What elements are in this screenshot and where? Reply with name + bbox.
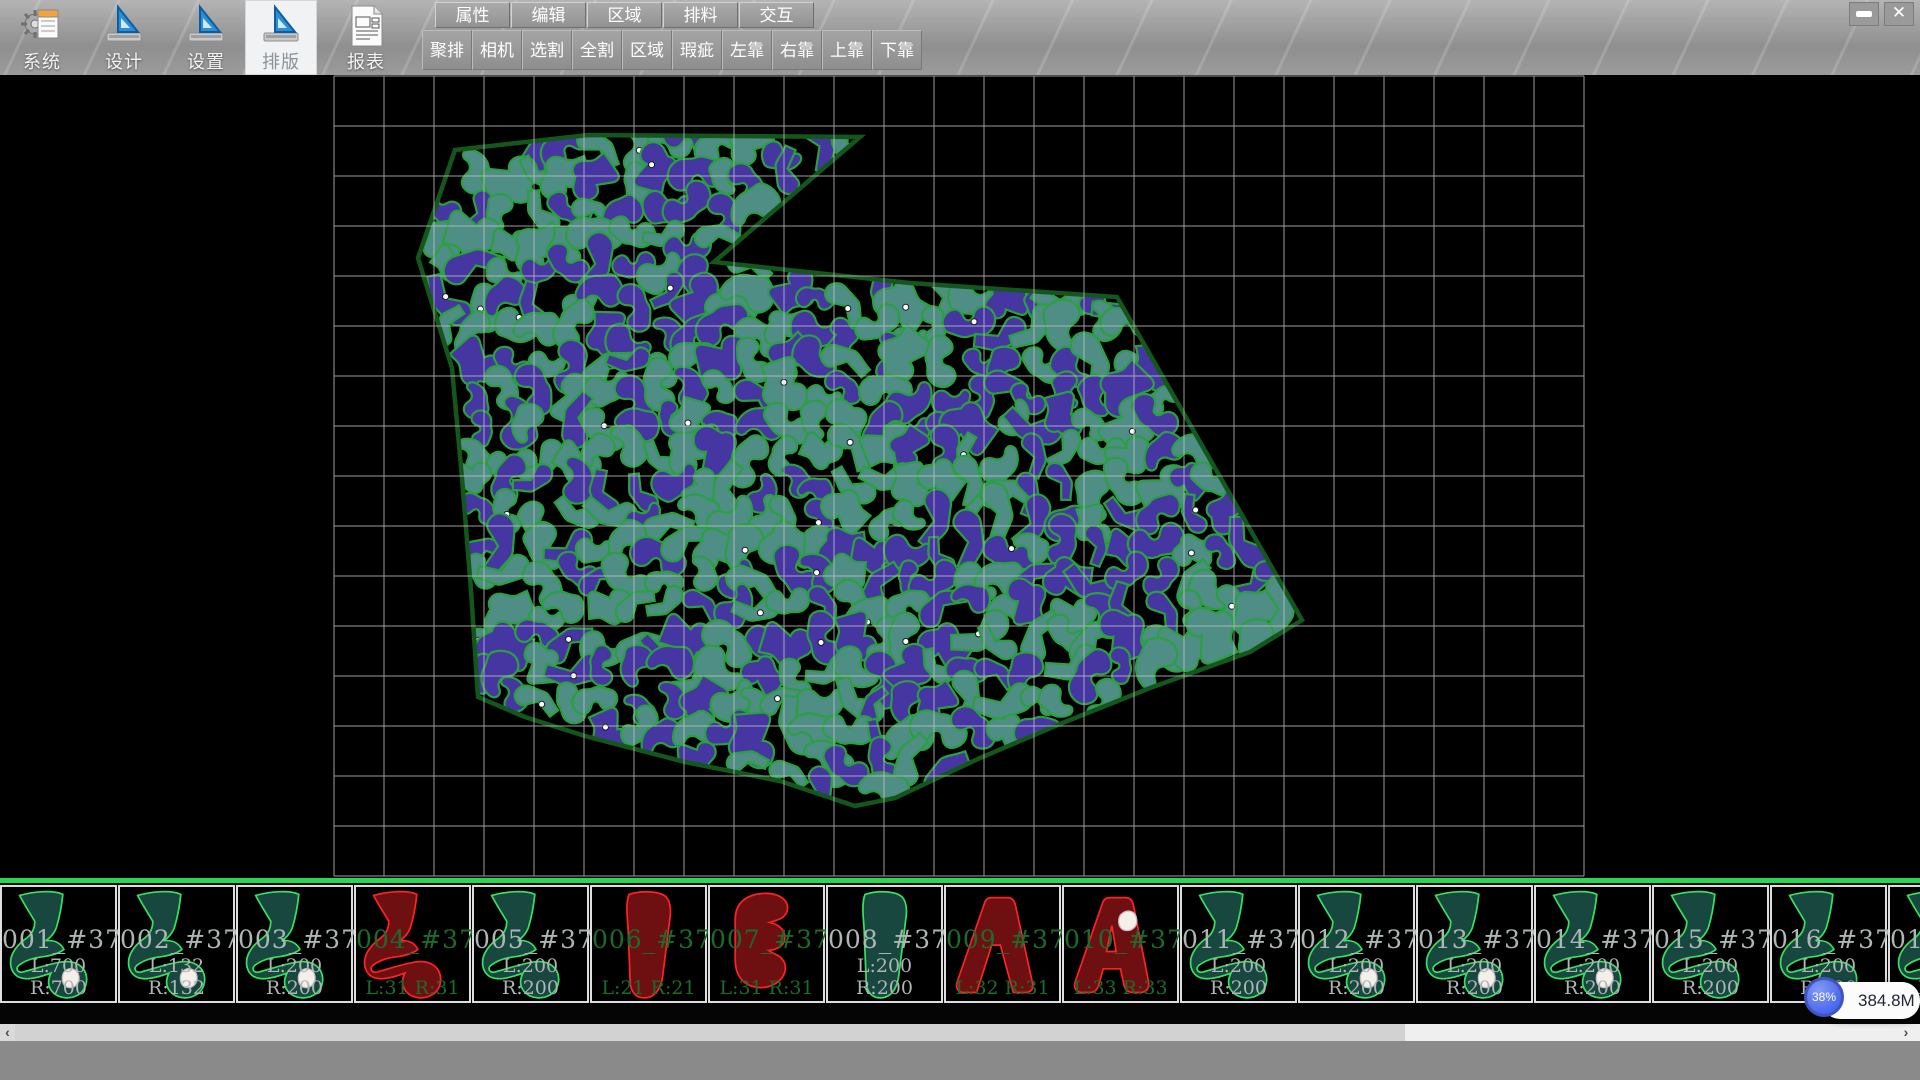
menu-item-4[interactable]: 排料 bbox=[663, 2, 738, 28]
menu-item-3[interactable]: 区域 bbox=[587, 2, 662, 28]
piece-measurements: L:31 R:31 bbox=[356, 977, 469, 999]
piece-measurements: L:200 R:200 bbox=[238, 955, 351, 999]
nesting-canvas-svg bbox=[0, 75, 1920, 878]
menu-row: 属性编辑区域排料交互 bbox=[435, 2, 815, 28]
window-controls: ✕ bbox=[1849, 2, 1914, 26]
mode-button-label: 报表 bbox=[330, 48, 402, 74]
piece-thumbnail-7[interactable]: 007_#37 L:31 R:31 bbox=[708, 885, 825, 1003]
tool-item-1[interactable]: 聚排 bbox=[422, 30, 472, 70]
piece-thumbnail-8[interactable]: 008_#37L:200 R:200 bbox=[826, 885, 943, 1003]
piece-measurements: L:200 R:200 bbox=[828, 955, 941, 999]
piece-label: 017_#37 bbox=[1890, 925, 1920, 954]
piece-measurements: L:31 R:31 bbox=[710, 977, 823, 999]
gear-doc-icon bbox=[6, 4, 78, 48]
tool-item-4[interactable]: 全割 bbox=[572, 30, 622, 70]
mode-button-label: 排版 bbox=[245, 48, 317, 74]
mode-button-2[interactable]: 设计 bbox=[88, 0, 160, 75]
piece-thumbnail-12[interactable]: 012_#37L:200 R:200 bbox=[1298, 885, 1415, 1003]
tool-item-5[interactable]: 区域 bbox=[622, 30, 672, 70]
piece-thumbnail-11[interactable]: 011_#37L:200 R:200 bbox=[1180, 885, 1297, 1003]
piece-thumbnail-13[interactable]: 013_#37L:200 R:200 bbox=[1416, 885, 1533, 1003]
piece-thumbnail-14[interactable]: 014_#37L:200 R:200 bbox=[1534, 885, 1651, 1003]
piece-thumbnail-10[interactable]: 010_#37 L:33 R:33 bbox=[1062, 885, 1179, 1003]
nesting-canvas[interactable] bbox=[0, 75, 1920, 878]
mode-button-label: 设计 bbox=[88, 48, 160, 74]
piece-thumbnail-4[interactable]: 004_#37 L:31 R:31 bbox=[354, 885, 471, 1003]
mode-button-label: 设置 bbox=[170, 48, 242, 74]
memory-badge[interactable]: 384.8M 38% bbox=[1800, 975, 1920, 1025]
piece-label: 012_#37 bbox=[1300, 925, 1413, 954]
piece-measurements: L:21 R:21 bbox=[592, 977, 705, 999]
mode-button-4[interactable]: 排版 bbox=[245, 0, 317, 75]
mode-button-1[interactable]: 系统 bbox=[6, 0, 78, 75]
piece-label: 001_#37 bbox=[2, 925, 115, 954]
mode-button-3[interactable]: 设置 bbox=[170, 0, 242, 75]
scrollbar-thumb[interactable] bbox=[15, 1024, 1405, 1041]
set-square-icon bbox=[245, 4, 317, 48]
nested-pieces bbox=[416, 107, 1311, 820]
piece-label: 002_#37 bbox=[120, 925, 233, 954]
scroll-left-arrow-icon[interactable]: ‹ bbox=[0, 1024, 15, 1041]
set-square-icon bbox=[88, 4, 160, 48]
app-window: 系统设计设置排版报表 属性编辑区域排料交互 聚排相机选割全割区域瑕疵左靠右靠上靠… bbox=[0, 0, 1920, 1080]
piece-label: 008_#37 bbox=[828, 925, 941, 954]
piece-label: 006_#37 bbox=[592, 925, 705, 954]
horizontal-scrollbar[interactable]: ‹ › bbox=[0, 1024, 1920, 1041]
tool-item-8[interactable]: 右靠 bbox=[772, 30, 822, 70]
piece-label: 010_#37 bbox=[1064, 925, 1177, 954]
tool-item-6[interactable]: 瑕疵 bbox=[672, 30, 722, 70]
piece-label: 005_#37 bbox=[474, 925, 587, 954]
tool-item-2[interactable]: 相机 bbox=[472, 30, 522, 70]
menu-item-1[interactable]: 属性 bbox=[435, 2, 510, 28]
piece-measurements: L:200 R:200 bbox=[1418, 955, 1531, 999]
memory-percent: 38% bbox=[1804, 977, 1844, 1017]
piece-measurements: L:200 R:200 bbox=[1182, 955, 1295, 999]
piece-thumbnail-9[interactable]: 009_#37 L:32 R:31 bbox=[944, 885, 1061, 1003]
piece-label: 009_#37 bbox=[946, 925, 1059, 954]
piece-thumbnail-2[interactable]: 002_#37L:132 R:132 bbox=[118, 885, 235, 1003]
piece-measurements: L:32 R:31 bbox=[946, 977, 1059, 999]
report-doc-icon bbox=[330, 4, 402, 48]
piece-thumbnail-strip: 001_#37L:700 R:700002_#37L:132 R:132003_… bbox=[0, 883, 1920, 1003]
scroll-right-arrow-icon[interactable]: › bbox=[1898, 1024, 1914, 1041]
piece-label: 007_#37 bbox=[710, 925, 823, 954]
piece-thumbnail-1[interactable]: 001_#37L:700 R:700 bbox=[0, 885, 117, 1003]
strip-bottom-gap bbox=[0, 1003, 1920, 1024]
status-bar bbox=[0, 1041, 1920, 1080]
tool-row: 聚排相机选割全割区域瑕疵左靠右靠上靠下靠 bbox=[422, 30, 922, 70]
piece-measurements: L:200 R:200 bbox=[1654, 955, 1767, 999]
tool-item-9[interactable]: 上靠 bbox=[822, 30, 872, 70]
tool-item-3[interactable]: 选割 bbox=[522, 30, 572, 70]
minimize-button[interactable] bbox=[1849, 2, 1879, 26]
menu-item-5[interactable]: 交互 bbox=[739, 2, 814, 28]
menu-item-2[interactable]: 编辑 bbox=[511, 2, 586, 28]
piece-label: 011_#37 bbox=[1182, 925, 1295, 954]
piece-label: 015_#37 bbox=[1654, 925, 1767, 954]
mode-button-label: 系统 bbox=[6, 48, 78, 74]
piece-measurements: L:200 R:200 bbox=[474, 955, 587, 999]
mode-button-5[interactable]: 报表 bbox=[330, 0, 402, 75]
piece-measurements: L:200 R:200 bbox=[1536, 955, 1649, 999]
piece-measurements: L:700 R:700 bbox=[2, 955, 115, 999]
top-toolbar: 系统设计设置排版报表 属性编辑区域排料交互 聚排相机选割全割区域瑕疵左靠右靠上靠… bbox=[0, 0, 1920, 75]
set-square-icon bbox=[170, 4, 242, 48]
piece-measurements: L:132 R:132 bbox=[120, 955, 233, 999]
piece-thumbnail-6[interactable]: 006_#37 L:21 R:21 bbox=[590, 885, 707, 1003]
piece-thumbnail-5[interactable]: 005_#37L:200 R:200 bbox=[472, 885, 589, 1003]
piece-measurements: L:33 R:33 bbox=[1064, 977, 1177, 999]
tool-item-7[interactable]: 左靠 bbox=[722, 30, 772, 70]
piece-label: 016_#37 bbox=[1772, 925, 1885, 954]
tool-item-10[interactable]: 下靠 bbox=[872, 30, 922, 70]
piece-thumbnail-3[interactable]: 003_#37L:200 R:200 bbox=[236, 885, 353, 1003]
minimize-icon bbox=[1856, 11, 1872, 17]
piece-label: 004_#37 bbox=[356, 925, 469, 954]
close-button[interactable]: ✕ bbox=[1884, 2, 1914, 26]
piece-label: 014_#37 bbox=[1536, 925, 1649, 954]
piece-label: 003_#37 bbox=[238, 925, 351, 954]
piece-thumbnail-15[interactable]: 015_#37L:200 R:200 bbox=[1652, 885, 1769, 1003]
piece-measurements: L:200 R:200 bbox=[1300, 955, 1413, 999]
piece-label: 013_#37 bbox=[1418, 925, 1531, 954]
